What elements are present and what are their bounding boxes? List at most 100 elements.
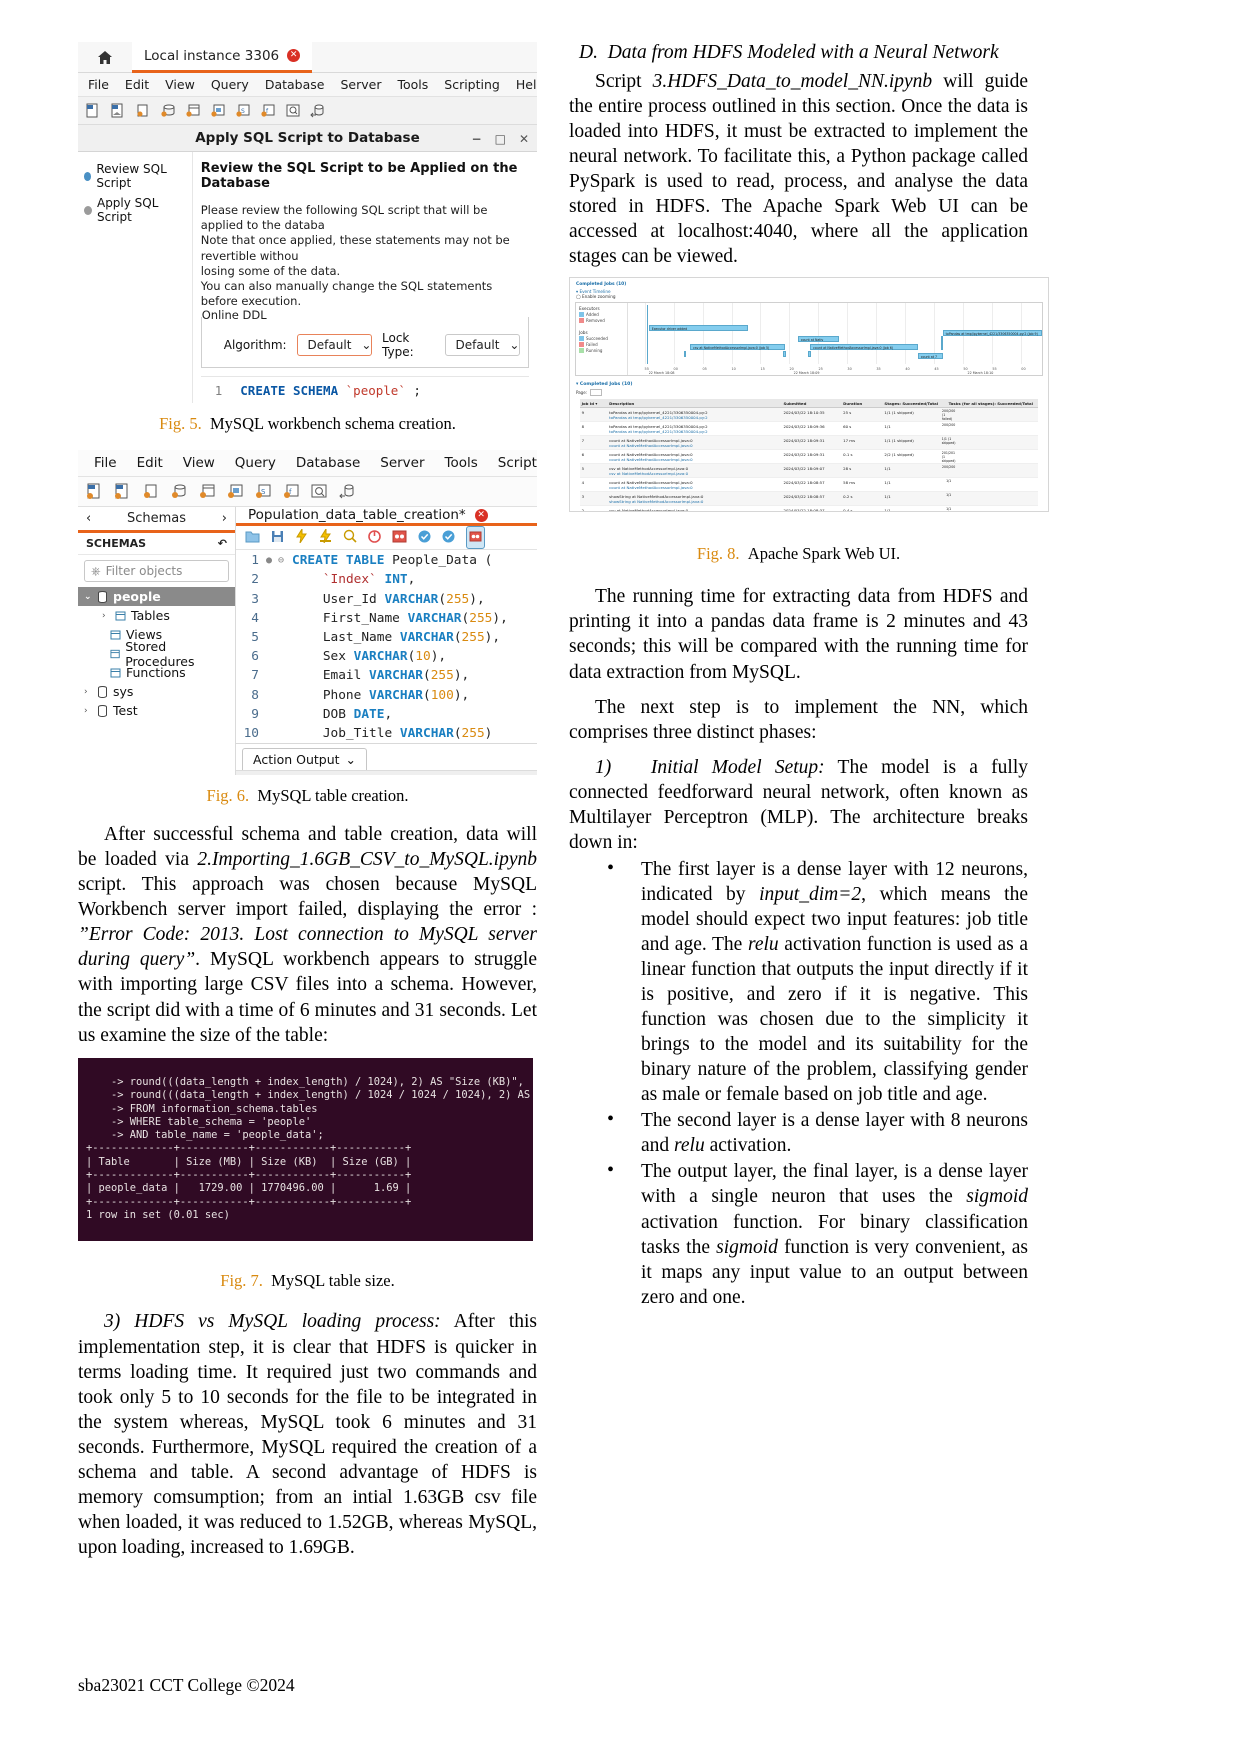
sql-code-area[interactable]: 1 ● ⊖ CREATE TABLE People_Data ( 2 `Index`…: [236, 550, 537, 744]
maximize-icon[interactable]: □: [495, 132, 506, 146]
menu-item-edit[interactable]: Edit: [127, 455, 173, 471]
new-schema-icon[interactable]: [157, 101, 179, 121]
timeline-tick-bar: [808, 351, 811, 358]
column-header-submitted[interactable]: Submitted: [781, 399, 842, 409]
inspect-icon[interactable]: [308, 482, 330, 502]
menu-item-help[interactable]: Help: [508, 77, 537, 92]
close-icon[interactable]: ✕: [287, 49, 301, 62]
rollback-icon[interactable]: [442, 528, 455, 547]
table-row[interactable]: 8 toPandas at tmp/ipykernel_4221/3306350…: [579, 421, 1039, 437]
menu-item-view[interactable]: View: [173, 455, 225, 471]
save-script-icon[interactable]: [132, 101, 154, 121]
table-row[interactable]: 9 toPandas at tmp/ipykernel_4221/3306350…: [579, 407, 1039, 423]
table-row[interactable]: 4 count at NativeMethodAccessorImpl.java…: [579, 477, 1039, 493]
filter-objects-input[interactable]: ⎈ Filter objects: [84, 560, 229, 583]
menu-item-database[interactable]: Database: [286, 455, 370, 471]
open-sql-script-icon[interactable]: [107, 101, 129, 121]
table-row[interactable]: 6 count at NativeMethodAccessorImpl.java…: [579, 449, 1039, 465]
column-header-action: Action: [358, 770, 537, 776]
refresh-icon[interactable]: ↶: [218, 537, 227, 550]
completed-jobs-heading[interactable]: ▾ Completed Jobs (10): [570, 376, 1048, 389]
menu-item-server[interactable]: Server: [332, 77, 389, 92]
column-header-job-id[interactable]: Job Id ▾: [579, 399, 608, 409]
tab-local-instance[interactable]: Local instance 3306 ✕: [132, 42, 313, 73]
new-schema-icon[interactable]: [168, 482, 190, 502]
home-icon[interactable]: [78, 42, 132, 73]
chevron-right-icon[interactable]: ›: [222, 511, 227, 526]
open-folder-icon[interactable]: [245, 528, 260, 547]
enable-zooming-checkbox[interactable]: ◯ Enable zooming: [570, 294, 1048, 299]
menu-item-query[interactable]: Query: [225, 455, 286, 471]
menu-item-file[interactable]: File: [80, 77, 117, 92]
new-view-icon[interactable]: [207, 101, 229, 121]
tree-item-tables[interactable]: › Tables: [78, 606, 235, 625]
action-output-tab[interactable]: Action Output ⌄: [242, 748, 368, 771]
menu-item-scripting[interactable]: Scripting: [436, 77, 508, 92]
menu-item-database[interactable]: Database: [257, 77, 333, 92]
column-header-tasks[interactable]: Tasks (for all stages): Succeeded/Total: [946, 399, 1039, 409]
execute-current-statement-icon[interactable]: [319, 527, 332, 547]
close-icon[interactable]: ✕: [519, 132, 529, 146]
menu-item-scripting[interactable]: Scripting: [488, 455, 537, 471]
open-sql-script-icon[interactable]: [112, 482, 134, 502]
chevron-right-icon[interactable]: ›: [84, 706, 92, 716]
manage-connections-icon[interactable]: [307, 101, 329, 121]
column-header-duration[interactable]: Duration: [841, 399, 883, 409]
new-function-icon[interactable]: f: [257, 101, 279, 121]
stop-icon[interactable]: [368, 528, 381, 547]
minimize-icon[interactable]: −: [472, 132, 482, 146]
step-apply-sql-script[interactable]: Apply SQL Script: [84, 196, 186, 224]
new-table-icon[interactable]: [196, 482, 218, 502]
schema-tree: ⌄ people › Tables Views Stored Procedure…: [78, 587, 235, 720]
algorithm-select[interactable]: Default ⌄: [296, 334, 373, 357]
dialog-content: Review the SQL Script to be Applied on t…: [193, 152, 537, 404]
new-sql-tab-icon[interactable]: [82, 101, 104, 121]
table-row[interactable]: 5 csv at NativeMethodAccessorImpl.java:0…: [579, 463, 1039, 479]
table-row[interactable]: 3 showString at NativeMethodAccessorImpl…: [579, 491, 1039, 507]
manage-connections-icon[interactable]: [336, 482, 358, 502]
explain-icon[interactable]: [343, 528, 357, 547]
save-script-icon[interactable]: [140, 482, 162, 502]
auto-commit-icon[interactable]: [466, 526, 485, 550]
menu-item-tools[interactable]: Tools: [389, 77, 436, 92]
dialog-title-bar: Apply SQL Script to Database − □ ✕: [78, 125, 537, 152]
chevron-down-icon[interactable]: ⌄: [84, 592, 92, 602]
step-label: Apply SQL Script: [96, 196, 159, 224]
tree-item-stored-procedures[interactable]: Stored Procedures: [78, 639, 235, 669]
new-view-icon[interactable]: [224, 482, 246, 502]
table-row[interactable]: 7 count at NativeMethodAccessorImpl.java…: [579, 435, 1039, 451]
menu-item-tools[interactable]: Tools: [435, 455, 488, 471]
column-header-description[interactable]: Description: [607, 399, 782, 409]
schemas-section-header: SCHEMAS ↶: [78, 533, 235, 556]
menu-item-file[interactable]: File: [84, 455, 127, 471]
lock-type-select[interactable]: Default ⌄: [444, 334, 521, 357]
new-procedure-icon[interactable]: S: [252, 482, 274, 502]
page-input[interactable]: [590, 389, 603, 397]
line-number: 7: [251, 668, 259, 684]
step-review-sql-script[interactable]: Review SQL Script: [84, 162, 186, 190]
chevron-right-icon[interactable]: ›: [102, 611, 110, 621]
menu-item-query[interactable]: Query: [203, 77, 257, 92]
menu-item-view[interactable]: View: [157, 77, 203, 92]
tree-item-people[interactable]: ⌄ people: [78, 587, 235, 607]
tree-item-sys[interactable]: › sys: [78, 682, 235, 701]
menu-item-server[interactable]: Server: [370, 455, 434, 471]
new-function-icon[interactable]: f: [280, 482, 302, 502]
terminal-line: | Table | Size (MB) | Size (KB) | Size (…: [86, 1155, 412, 1168]
chevron-right-icon[interactable]: ›: [84, 687, 92, 697]
toggle-limit-icon[interactable]: [392, 528, 407, 547]
editor-tab[interactable]: Population_data_table_creation* ✕: [236, 507, 537, 527]
new-procedure-icon[interactable]: S: [232, 101, 254, 121]
save-icon[interactable]: [271, 528, 284, 547]
commit-icon[interactable]: [418, 528, 431, 547]
close-icon[interactable]: ✕: [474, 508, 488, 522]
new-sql-tab-icon[interactable]: [84, 482, 106, 502]
menu-item-edit[interactable]: Edit: [117, 77, 157, 92]
execute-icon[interactable]: [295, 527, 308, 547]
new-table-icon[interactable]: [182, 101, 204, 121]
column-header-stages[interactable]: Stages: Succeeded/Total: [882, 399, 947, 409]
sql-preview-line: 1 CREATE SCHEMA `people` ;: [200, 376, 529, 404]
table-row[interactable]: 2 csv at NativeMethodAccessorImpl.java:0…: [579, 505, 1039, 512]
inspect-icon[interactable]: [282, 101, 304, 121]
tree-item-test[interactable]: › Test: [78, 701, 235, 720]
